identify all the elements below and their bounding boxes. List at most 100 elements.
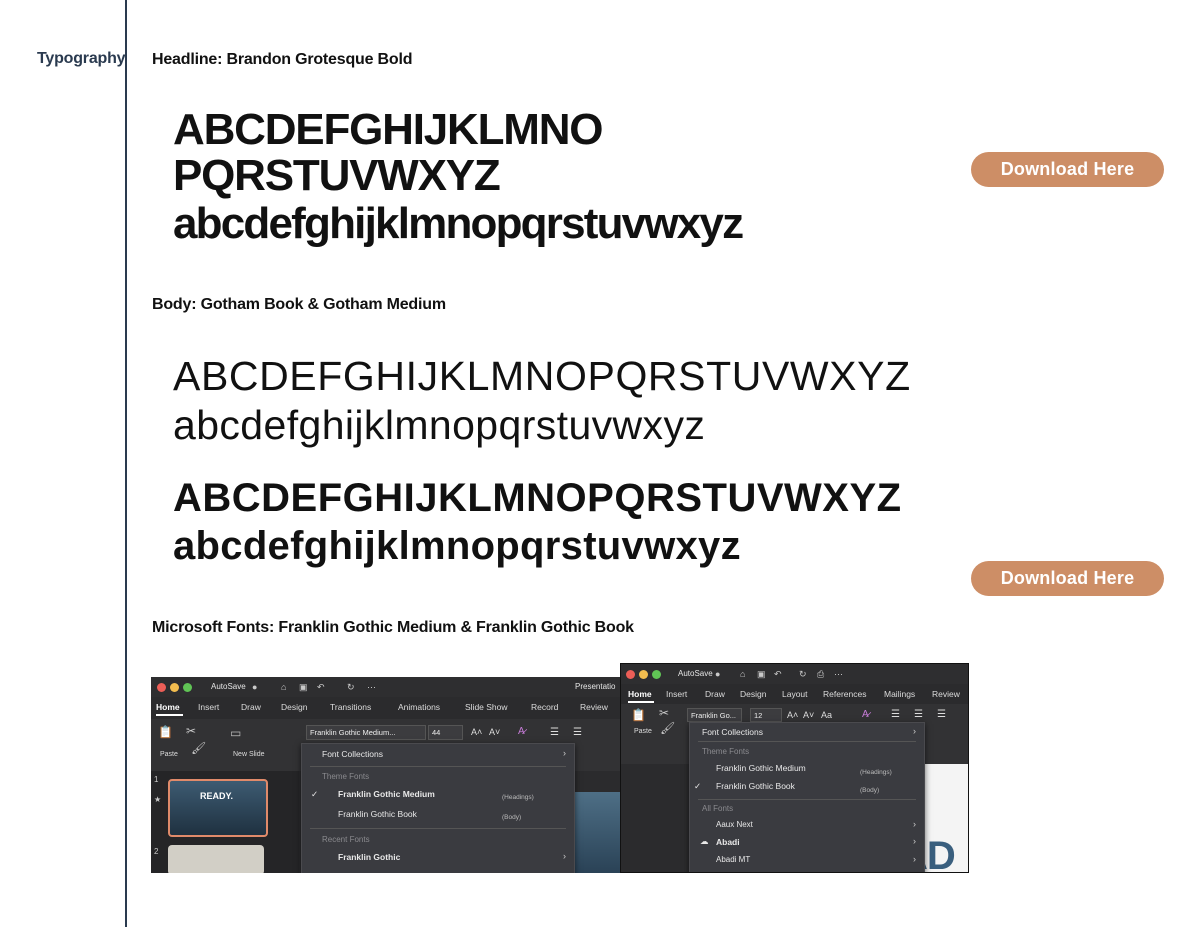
tab-draw[interactable]: Draw — [705, 689, 725, 699]
tab-home[interactable]: Home — [628, 689, 652, 699]
bullets-icon[interactable]: ☰ — [891, 709, 900, 720]
tab-mailings[interactable]: Mailings — [884, 689, 915, 699]
title-bar: AutoSave ● ⌂ ▣ ↶ ↻ ⋯ Presentatio — [151, 677, 628, 697]
headline-sample-upper-2: PQRSTUVWXYZ — [173, 151, 501, 200]
decrease-font-icon[interactable]: A˅ — [803, 710, 814, 720]
theme-font-headings[interactable]: Franklin Gothic Medium — [716, 763, 924, 773]
tab-slide-show[interactable]: Slide Show — [465, 702, 508, 712]
zoom-dot-icon — [183, 683, 192, 692]
all-fonts-header: All Fonts — [702, 804, 734, 813]
font-dropdown: Font Collections › Theme Fonts ✓ Frankli… — [301, 743, 575, 873]
format-painter-icon[interactable]: 🖌 — [191, 741, 206, 755]
undo-icon: ↶ — [774, 669, 782, 679]
slide-number-2: 2 — [154, 847, 159, 856]
tab-animations[interactable]: Animations — [398, 702, 440, 712]
minimize-dot-icon — [170, 683, 179, 692]
recent-font-item[interactable]: Franklin Gothic — [338, 852, 574, 862]
title-bar: AutoSave ● ⌂ ▣ ↶ ↻ ⎙ ⋯ — [621, 664, 968, 684]
theme-font-headings[interactable]: Franklin Gothic Medium — [338, 789, 574, 799]
tab-review[interactable]: Review — [580, 702, 608, 712]
paste-icon[interactable]: 📋 — [158, 725, 173, 739]
zoom-dot-icon — [652, 670, 661, 679]
divider — [698, 799, 916, 800]
divider — [310, 766, 566, 767]
save-icon: ▣ — [299, 682, 308, 692]
body-download-button[interactable]: Download Here — [971, 561, 1164, 596]
close-dot-icon — [626, 670, 635, 679]
font-size-box[interactable]: 44 — [428, 725, 463, 740]
multilevel-list-icon[interactable]: ☰ — [937, 709, 946, 720]
change-case-icon[interactable]: Aa — [821, 710, 832, 720]
slide-number-1: 1 — [154, 775, 159, 784]
tab-design[interactable]: Design — [281, 702, 307, 712]
new-slide-icon[interactable]: ▭ — [230, 726, 241, 740]
new-slide-label: New Slide — [233, 751, 265, 758]
headline-download-button[interactable]: Download Here — [971, 152, 1164, 187]
minimize-dot-icon — [639, 670, 648, 679]
body-book-lower: abcdefghijklmnopqrstuvwxyz — [173, 402, 706, 448]
theme-font-body[interactable]: Franklin Gothic Book — [716, 781, 924, 791]
theme-fonts-header: Theme Fonts — [702, 747, 750, 756]
bullets-icon[interactable]: ☰ — [550, 727, 559, 738]
tab-review[interactable]: Review — [932, 689, 960, 699]
font-collections-item[interactable]: Font Collections — [322, 749, 574, 759]
chevron-right-icon: › — [913, 819, 916, 829]
active-tab-indicator — [628, 701, 654, 703]
decrease-font-icon[interactable]: A˅ — [489, 727, 500, 737]
increase-font-icon[interactable]: A˄ — [787, 710, 798, 720]
cut-icon[interactable]: ✂ — [186, 724, 196, 738]
vertical-rule — [125, 0, 127, 927]
body-heading: Body: Gotham Book & Gotham Medium — [152, 296, 446, 313]
more-icon: ⋯ — [834, 669, 843, 679]
clear-formatting-icon[interactable]: A̷ — [862, 709, 869, 720]
tab-record[interactable]: Record — [531, 702, 558, 712]
close-dot-icon — [157, 683, 166, 692]
numbering-icon[interactable]: ☰ — [914, 709, 923, 720]
tab-insert[interactable]: Insert — [666, 689, 687, 699]
tab-draw[interactable]: Draw — [241, 702, 261, 712]
paste-icon[interactable]: 📋 — [631, 708, 646, 722]
chevron-right-icon: › — [563, 748, 566, 758]
paste-label: Paste — [160, 751, 178, 758]
home-icon: ⌂ — [281, 682, 287, 692]
cloud-download-icon: ☁ — [700, 836, 709, 846]
tab-transitions[interactable]: Transitions — [330, 702, 371, 712]
tab-home[interactable]: Home — [156, 702, 180, 712]
tab-design[interactable]: Design — [740, 689, 766, 699]
chevron-right-icon: › — [913, 726, 916, 736]
undo-icon: ↶ — [317, 682, 325, 692]
tab-references[interactable]: References — [823, 689, 866, 699]
redo-icon: ↻ — [799, 669, 807, 679]
divider — [698, 741, 916, 742]
format-painter-icon[interactable]: 🖌 — [660, 721, 675, 735]
font-item-abadi[interactable]: Abadi — [716, 837, 924, 847]
chevron-right-icon: › — [913, 854, 916, 864]
paste-label: Paste — [634, 728, 652, 735]
numbering-icon[interactable]: ☰ — [573, 727, 582, 738]
more-icon: ⋯ — [367, 682, 376, 692]
slide-thumbnail-2[interactable] — [168, 845, 264, 873]
font-name-box[interactable]: Franklin Gothic Medium... — [306, 725, 426, 740]
headline-sample-upper-1: ABCDEFGHIJKLMNO — [173, 105, 604, 154]
font-name-box[interactable]: Franklin Go... — [687, 708, 742, 722]
body-tag: (Body) — [860, 787, 880, 794]
font-item-aaux-next[interactable]: Aaux Next — [716, 820, 924, 829]
chevron-right-icon: › — [563, 851, 566, 861]
increase-font-icon[interactable]: A˄ — [471, 727, 482, 737]
tab-layout[interactable]: Layout — [782, 689, 808, 699]
theme-font-body[interactable]: Franklin Gothic Book — [338, 809, 574, 819]
font-size-box[interactable]: 12 — [750, 708, 782, 722]
slide-thumbnail-1[interactable]: READY. — [168, 779, 268, 837]
home-icon: ⌂ — [740, 669, 746, 679]
cut-icon[interactable]: ✂ — [659, 706, 669, 720]
font-collections-item[interactable]: Font Collections — [702, 727, 924, 737]
body-tag: (Body) — [502, 814, 522, 821]
redo-icon: ↻ — [347, 682, 355, 692]
font-item-abadi-mt[interactable]: Abadi MT — [716, 855, 924, 864]
autosave-toggle-icon: ● — [252, 682, 258, 692]
checkmark-icon: ✓ — [694, 781, 702, 791]
recent-fonts-header: Recent Fonts — [322, 835, 370, 844]
print-icon: ⎙ — [817, 669, 825, 679]
tab-insert[interactable]: Insert — [198, 702, 219, 712]
clear-formatting-icon[interactable]: A̷ — [518, 726, 525, 737]
